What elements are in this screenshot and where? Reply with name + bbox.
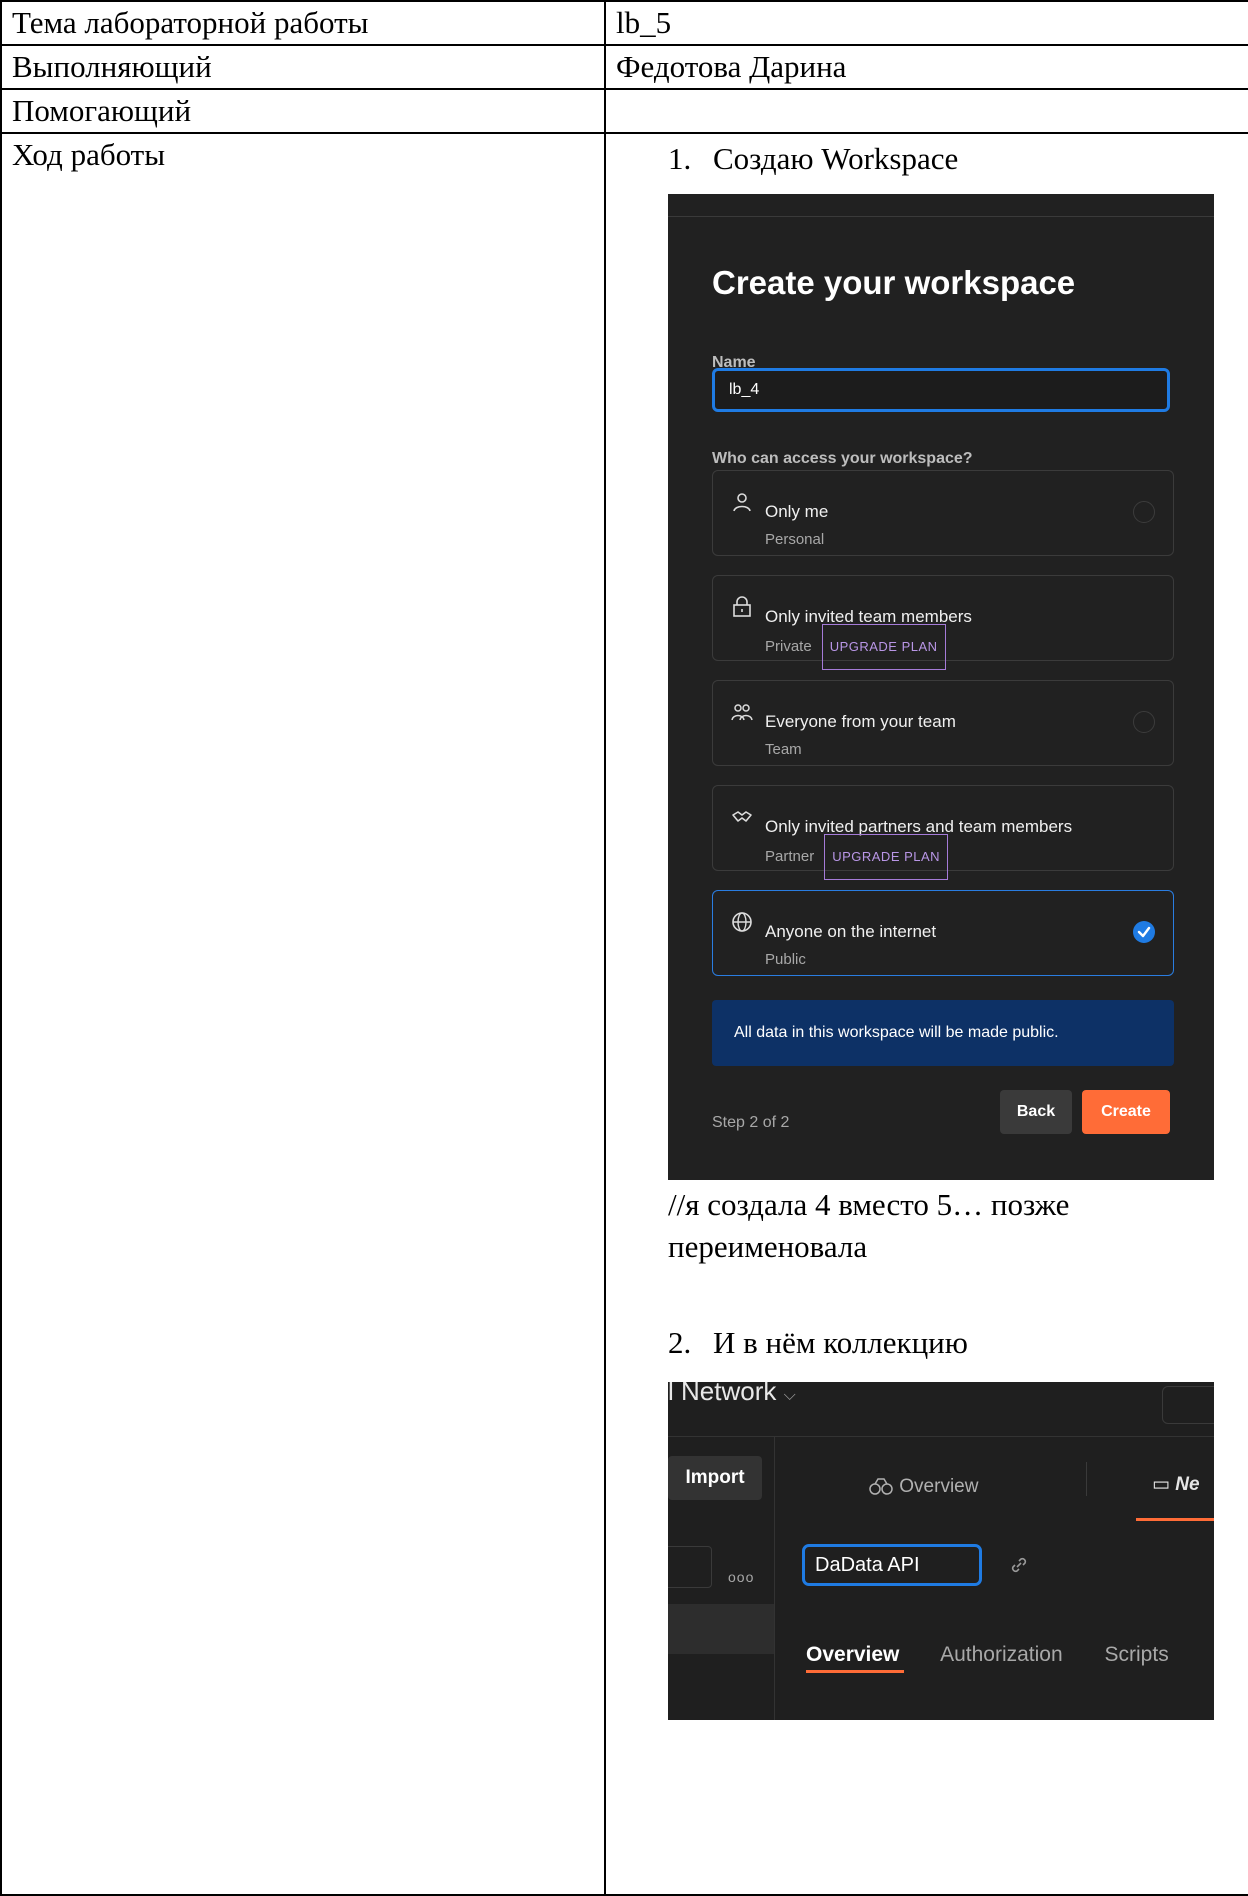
- radio-button[interactable]: [1133, 501, 1155, 523]
- topic-label: Тема лабораторной работы: [0, 0, 606, 46]
- table-row: Выполняющий Федотова Дарина: [0, 44, 1248, 90]
- progress-label: Ход работы: [0, 132, 606, 1896]
- checkmark-icon[interactable]: [1133, 921, 1155, 943]
- sidebar-selected-row[interactable]: [668, 1604, 774, 1654]
- table-row: Ход работы 1. Создаю Workspace Create you…: [0, 132, 1248, 1896]
- tab-overview[interactable]: Overview: [806, 1643, 899, 1666]
- lock-icon: [733, 596, 751, 617]
- table-row: Помогающий: [0, 88, 1248, 134]
- step-text: Создаю Workspace: [713, 141, 959, 176]
- step-text: И в нём коллекцию: [713, 1325, 968, 1360]
- divider: [774, 1436, 775, 1720]
- create-button[interactable]: Create: [1082, 1090, 1170, 1134]
- workspace-dialog-screenshot: Create your workspace Name lb_4 Who can …: [668, 194, 1214, 1180]
- more-options-icon[interactable]: ooo: [728, 1556, 754, 1598]
- chevron-down-icon: ⌵: [783, 1387, 796, 1404]
- collection-icon: ▭: [1152, 1474, 1170, 1495]
- step-1-title: 1. Создаю Workspace: [668, 138, 958, 180]
- tab-authorization[interactable]: Authorization: [940, 1643, 1063, 1666]
- option-subtitle: Team: [765, 741, 802, 758]
- helper-label: Помогающий: [0, 88, 606, 134]
- tab-label: Overview: [899, 1476, 979, 1497]
- radio-button[interactable]: [1133, 711, 1155, 733]
- upgrade-plan-badge[interactable]: UPGRADE PLAN: [824, 834, 949, 880]
- progress-content: 1. Создаю Workspace Create your workspace…: [604, 132, 1248, 1896]
- step-2-title: 2. И в нём коллекцию: [668, 1322, 968, 1364]
- topic-value: lb_5: [604, 0, 1248, 46]
- option-subtitle: Partner: [765, 848, 815, 865]
- tab-label: Ne: [1175, 1474, 1200, 1495]
- back-button[interactable]: Back: [1000, 1090, 1072, 1134]
- upgrade-plan-badge[interactable]: UPGRADE PLAN: [821, 624, 946, 670]
- performer-value: Федотова Дарина: [604, 44, 1248, 90]
- helper-value: [604, 88, 1248, 134]
- option-subtitle: Public: [765, 951, 806, 968]
- option-only-me[interactable]: Only me Personal: [712, 470, 1174, 556]
- performer-label: Выполняющий: [0, 44, 606, 90]
- dialog-heading: Create your workspace: [712, 264, 1076, 301]
- tab-overview[interactable]: Overview: [868, 1466, 978, 1508]
- option-invited-team[interactable]: Only invited team members Private UPGRADE…: [712, 575, 1174, 670]
- option-subtitle-row: Private UPGRADE PLAN: [765, 624, 946, 670]
- option-subtitle: Private: [765, 638, 812, 655]
- divider: [668, 1436, 1214, 1437]
- public-notice: All data in this workspace will be made …: [712, 1000, 1174, 1066]
- step-number: 1.: [668, 141, 692, 176]
- tab-new-collection[interactable]: ▭ Ne: [1152, 1464, 1200, 1506]
- handshake-icon: [732, 811, 752, 822]
- binoculars-icon: [869, 1478, 893, 1495]
- team-icon: [731, 704, 753, 721]
- note-text: //я создала 4 вместо 5… позже переименов…: [668, 1187, 1070, 1264]
- divider: [668, 216, 1214, 217]
- import-button[interactable]: Import: [668, 1456, 762, 1500]
- globe-icon: [732, 912, 752, 932]
- collection-name-input[interactable]: DaData API: [802, 1544, 982, 1586]
- step-indicator: Step 2 of 2: [712, 1114, 790, 1131]
- active-tab-indicator: [806, 1670, 904, 1673]
- option-partners[interactable]: Only invited partners and team members P…: [712, 785, 1174, 880]
- collection-screenshot: l Network ⌵ Import Overview ▭ Ne ooo DaD…: [668, 1382, 1214, 1720]
- table-row: Тема лабораторной работы lb_5: [0, 0, 1248, 46]
- workspace-name-fragment[interactable]: l Network ⌵: [668, 1382, 796, 1417]
- tab-separator: [1086, 1462, 1087, 1496]
- workspace-name-input[interactable]: lb_4: [712, 368, 1170, 412]
- link-icon[interactable]: [1008, 1554, 1030, 1576]
- sidebar-search[interactable]: [668, 1546, 712, 1588]
- option-subtitle-row: Partner UPGRADE PLAN: [765, 834, 949, 880]
- option-public[interactable]: Anyone on the internet Public: [712, 890, 1174, 976]
- active-tab-indicator: [1136, 1518, 1214, 1521]
- search-box[interactable]: [1162, 1386, 1214, 1424]
- option-team[interactable]: Everyone from your team Team: [712, 680, 1174, 766]
- tab-scripts[interactable]: Scripts: [1105, 1643, 1169, 1666]
- step-number: 2.: [668, 1325, 692, 1360]
- option-subtitle: Personal: [765, 531, 825, 548]
- person-icon: [733, 493, 751, 512]
- lab-report-table: Тема лабораторной работы lb_5 Выполняющи…: [0, 0, 1248, 1896]
